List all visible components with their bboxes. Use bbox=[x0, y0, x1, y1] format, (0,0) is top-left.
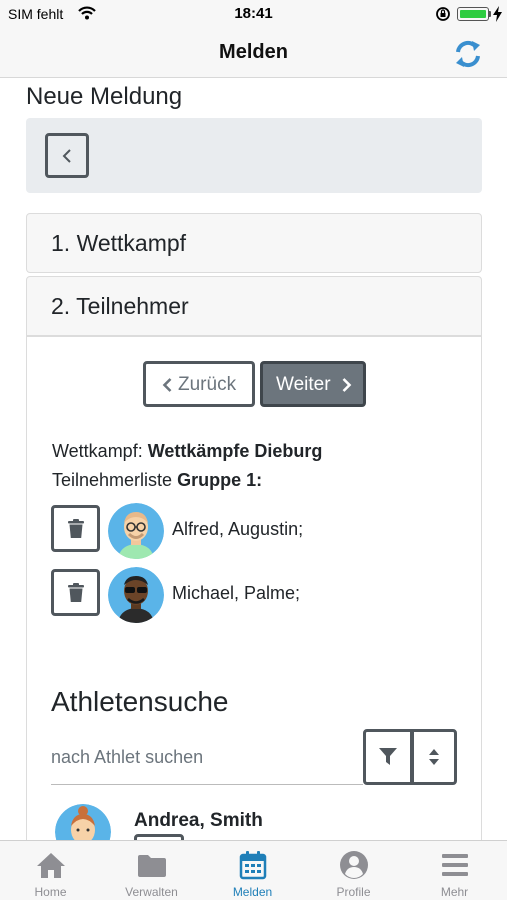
athlete-search-heading: Athletensuche bbox=[51, 686, 229, 717]
charging-icon bbox=[493, 6, 502, 22]
menu-icon bbox=[442, 854, 468, 876]
back-button[interactable] bbox=[45, 133, 89, 178]
step-title: 2. Teilnehmer bbox=[51, 293, 189, 319]
step-teilnehmer[interactable]: 2. Teilnehmer bbox=[26, 276, 482, 336]
tab-label: Profile bbox=[336, 885, 371, 899]
main-content[interactable]: Neue Meldung 1. Wettkampf 2. Teilnehmer … bbox=[0, 79, 507, 840]
tab-label: Verwalten bbox=[125, 885, 178, 899]
tab-label: Mehr bbox=[440, 885, 469, 899]
group-name: Gruppe 1: bbox=[177, 470, 263, 490]
clock: 18:41 bbox=[234, 5, 273, 22]
participant-name: Alfred, Augustin; bbox=[172, 519, 304, 539]
user-circle-icon bbox=[340, 851, 368, 879]
tab-melden[interactable]: Melden bbox=[202, 841, 303, 900]
tab-bar: Home Verwalten Melden Profile Mehr bbox=[0, 840, 507, 900]
avatar bbox=[55, 804, 111, 840]
filter-icon bbox=[379, 748, 397, 765]
next-button[interactable]: Weiter bbox=[260, 361, 366, 407]
chevron-right-icon bbox=[342, 378, 352, 392]
step-title: 1. Wettkampf bbox=[51, 230, 187, 256]
tab-home[interactable]: Home bbox=[0, 841, 101, 900]
athlete-result-row: Andrea, Smith bbox=[53, 804, 473, 840]
trash-icon bbox=[68, 583, 84, 602]
delete-participant-button[interactable] bbox=[51, 505, 100, 552]
tab-mehr[interactable]: Mehr bbox=[404, 841, 505, 900]
refresh-icon[interactable] bbox=[450, 36, 486, 72]
step-wettkampf[interactable]: 1. Wettkampf bbox=[26, 213, 482, 273]
participant-list-label: Teilnehmerliste bbox=[52, 470, 173, 490]
step-teilnehmer-body: Zurück Weiter Wettkampf: Wettkämpfe Dieb… bbox=[26, 336, 482, 840]
participant-list-info: Teilnehmerliste Gruppe 1: bbox=[52, 470, 262, 491]
tab-verwalten[interactable]: Verwalten bbox=[101, 841, 202, 900]
avatar bbox=[108, 567, 164, 623]
status-bar: SIM fehlt 18:41 bbox=[0, 0, 507, 30]
athlete-search-input[interactable] bbox=[51, 729, 363, 785]
navigation-bar: Melden bbox=[0, 30, 507, 78]
previous-button-label: Zurück bbox=[178, 374, 237, 395]
page-title: Neue Meldung bbox=[26, 83, 183, 110]
avatar bbox=[108, 503, 164, 559]
previous-button[interactable]: Zurück bbox=[143, 361, 255, 407]
competition-label: Wettkampf: bbox=[52, 441, 143, 461]
tab-label: Melden bbox=[232, 885, 273, 899]
toolbar bbox=[26, 118, 482, 193]
nav-title: Melden bbox=[219, 41, 288, 63]
delete-participant-button[interactable] bbox=[51, 569, 100, 616]
competition-name: Wettkämpfe Dieburg bbox=[147, 441, 323, 461]
next-button-label: Weiter bbox=[276, 374, 331, 395]
battery-icon bbox=[457, 7, 489, 21]
calendar-icon bbox=[239, 851, 267, 880]
participant-row: Alfred, Augustin; bbox=[51, 503, 471, 559]
sort-button[interactable] bbox=[411, 729, 457, 785]
athlete-name: Andrea, Smith bbox=[134, 810, 263, 831]
trash-icon bbox=[68, 519, 84, 538]
orientation-lock-icon bbox=[436, 7, 450, 21]
home-icon bbox=[37, 853, 65, 878]
participant-name: Michael, Palme; bbox=[172, 583, 301, 603]
sort-icon bbox=[429, 749, 439, 765]
chevron-left-icon bbox=[162, 378, 172, 392]
filter-button[interactable] bbox=[363, 729, 413, 785]
participant-row: Michael, Palme; bbox=[51, 567, 471, 623]
tab-label: Home bbox=[34, 885, 67, 899]
tab-profile[interactable]: Profile bbox=[303, 841, 404, 900]
chevron-left-icon bbox=[62, 149, 71, 163]
folder-icon bbox=[138, 855, 166, 877]
competition-info: Wettkampf: Wettkämpfe Dieburg bbox=[52, 441, 322, 462]
